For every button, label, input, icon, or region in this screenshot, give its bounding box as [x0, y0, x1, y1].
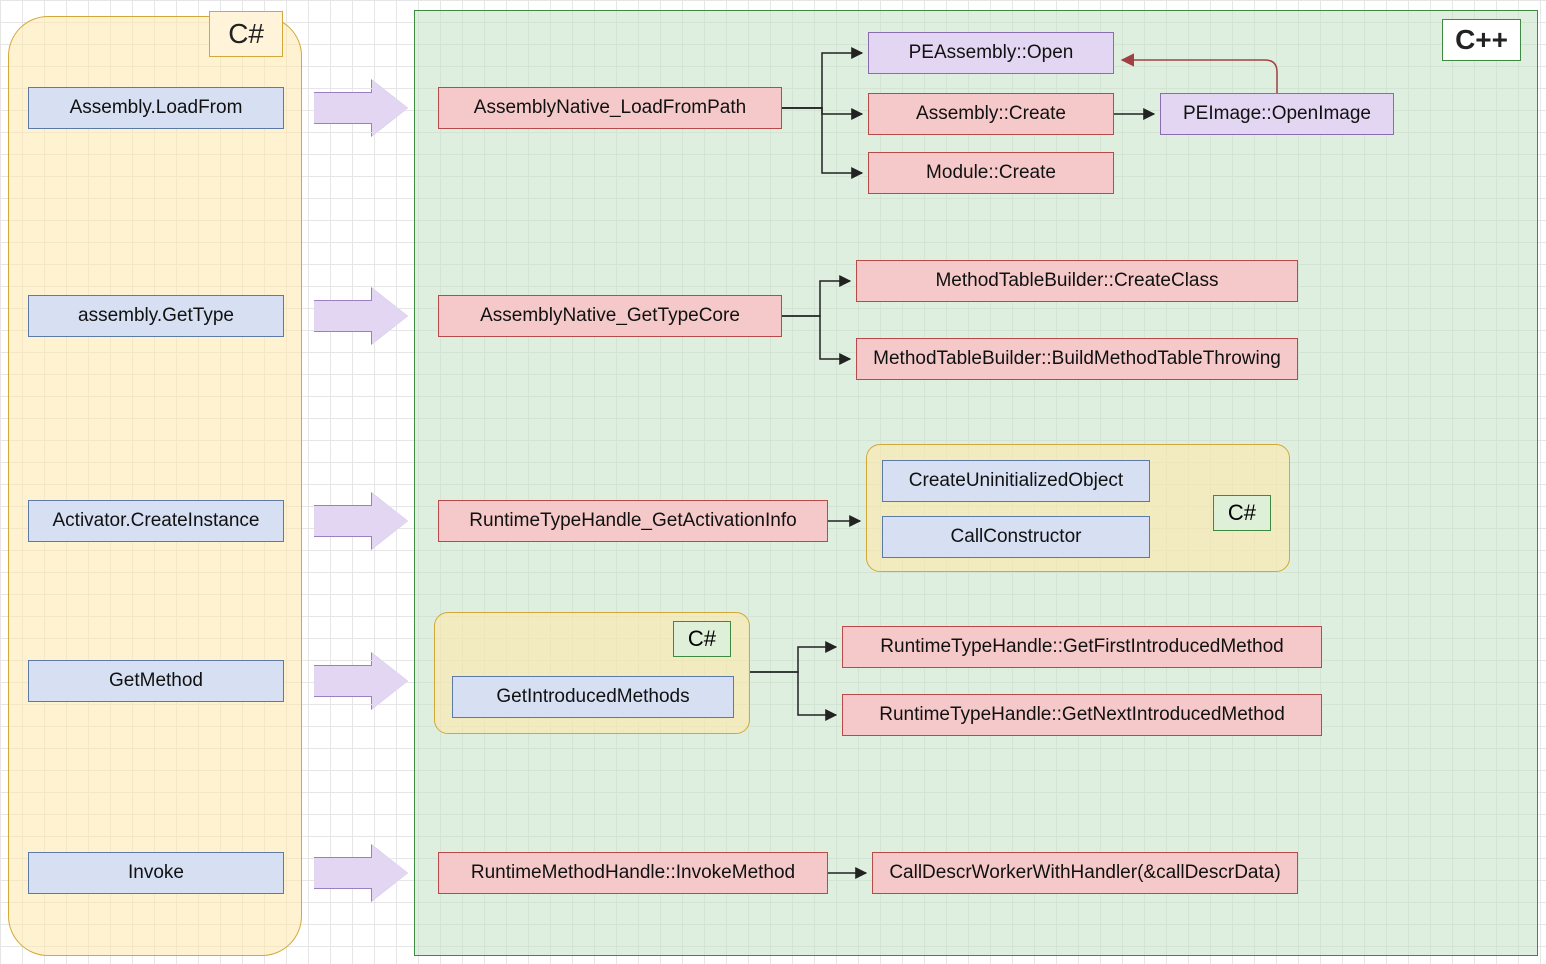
- node-mtb-createclass: MethodTableBuilder::CreateClass: [856, 260, 1298, 302]
- arrow-createinstance: [314, 493, 410, 549]
- node-assembly-create: Assembly::Create: [868, 93, 1114, 135]
- node-activator-createinstance: Activator.CreateInstance: [28, 500, 284, 542]
- node-invoke: Invoke: [28, 852, 284, 894]
- arrow-invoke: [314, 845, 410, 901]
- node-assembly-loadfrom: Assembly.LoadFrom: [28, 87, 284, 129]
- node-invokemethod: RuntimeMethodHandle::InvokeMethod: [438, 852, 828, 894]
- mini-csharp-label-1: C#: [1213, 495, 1271, 531]
- mini-csharp-label-2: C#: [673, 621, 731, 657]
- node-assembly-gettype: assembly.GetType: [28, 295, 284, 337]
- node-getfirst: RuntimeTypeHandle::GetFirstIntroducedMet…: [842, 626, 1322, 668]
- arrow-getmethod: [314, 653, 410, 709]
- node-mtb-buildmethodtable: MethodTableBuilder::BuildMethodTableThro…: [856, 338, 1298, 380]
- node-getmethod: GetMethod: [28, 660, 284, 702]
- arrow-loadfrom: [314, 80, 410, 136]
- node-getintroducedmethods: GetIntroducedMethods: [452, 676, 734, 718]
- csharp-label: C#: [209, 11, 283, 57]
- node-loadfrompath: AssemblyNative_LoadFromPath: [438, 87, 782, 129]
- cpp-label: C++: [1442, 19, 1521, 61]
- node-calldescr: CallDescrWorkerWithHandler(&callDescrDat…: [872, 852, 1298, 894]
- node-getactivationinfo: RuntimeTypeHandle_GetActivationInfo: [438, 500, 828, 542]
- node-getnext: RuntimeTypeHandle::GetNextIntroducedMeth…: [842, 694, 1322, 736]
- node-peassembly-open: PEAssembly::Open: [868, 32, 1114, 74]
- node-peimage-openimage: PEImage::OpenImage: [1160, 93, 1394, 135]
- arrow-gettype: [314, 288, 410, 344]
- node-module-create: Module::Create: [868, 152, 1114, 194]
- node-call-constructor: CallConstructor: [882, 516, 1150, 558]
- node-create-uninit: CreateUninitializedObject: [882, 460, 1150, 502]
- csharp-container: C#: [8, 16, 302, 956]
- node-gettypecore: AssemblyNative_GetTypeCore: [438, 295, 782, 337]
